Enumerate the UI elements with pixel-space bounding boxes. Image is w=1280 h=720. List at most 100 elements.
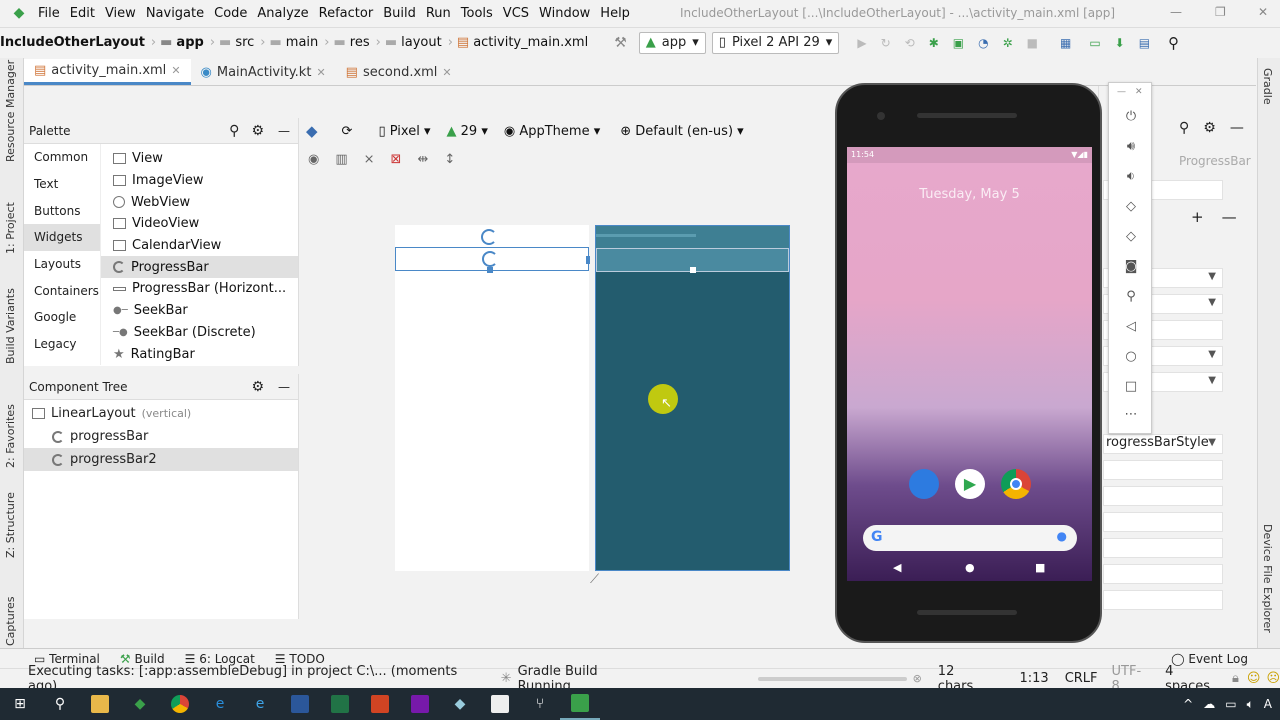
rerun-icon[interactable]: ↻ <box>881 36 891 50</box>
edge-icon[interactable]: e <box>200 688 240 720</box>
search-icon[interactable]: ⚲ <box>1168 34 1179 52</box>
widget-webview[interactable]: WebView <box>101 191 298 213</box>
google-search-bar[interactable]: G ● <box>863 525 1077 551</box>
widget-imageview[interactable]: ImageView <box>101 170 298 192</box>
plus-icon[interactable]: + <box>1191 208 1204 226</box>
tree-item-progressbar[interactable]: progressBar <box>24 425 298 448</box>
breadcrumb-main[interactable]: › ▬ main <box>260 35 318 50</box>
category-text[interactable]: Text <box>24 171 100 198</box>
device-dropdown[interactable]: ▯ Pixel ▾ <box>378 124 430 139</box>
menu-navigate[interactable]: Navigate <box>146 6 204 21</box>
overview-icon[interactable]: □ <box>1121 379 1141 394</box>
attribute-field[interactable] <box>1103 564 1223 584</box>
chevron-up-icon[interactable]: ^ <box>1183 697 1193 712</box>
tool-favorites[interactable]: 2: Favorites <box>4 404 17 468</box>
emulator-taskbar-icon[interactable] <box>560 688 600 720</box>
search-icon[interactable]: ⚲ <box>229 123 239 139</box>
breadcrumb-src[interactable]: › ▬ src <box>210 35 254 50</box>
breadcrumb-app[interactable]: › ▬ app <box>151 35 204 50</box>
gear-icon[interactable]: ⚙ <box>251 379 264 395</box>
rotate-right-icon[interactable]: ◇ <box>1121 229 1141 244</box>
close-icon[interactable]: ✕ <box>1258 5 1268 19</box>
cursor-position[interactable]: 1:13 <box>1019 671 1048 686</box>
close-tab-icon[interactable]: ✕ <box>316 66 325 79</box>
sad-face-icon[interactable]: ☹ <box>1266 671 1280 686</box>
pack-horizontal-icon[interactable]: ⇹ <box>417 152 428 167</box>
menu-file[interactable]: File <box>38 6 60 21</box>
maximize-icon[interactable]: ❐ <box>1215 5 1226 19</box>
breadcrumb-project[interactable]: IncludeOtherLayout <box>0 35 145 50</box>
category-legacy[interactable]: Legacy <box>24 331 100 358</box>
widget-seekbar[interactable]: ●─ SeekBar <box>101 300 298 322</box>
menu-build[interactable]: Build <box>383 6 416 21</box>
word-icon[interactable] <box>280 688 320 720</box>
clear-constraints-icon[interactable]: ⊠ <box>391 152 402 167</box>
widget-progressbar-horizontal[interactable]: ProgressBar (Horizont... <box>101 278 298 300</box>
recents-nav-icon[interactable]: ■ <box>1035 561 1045 574</box>
resize-handle[interactable] <box>586 256 590 264</box>
close-tab-icon[interactable]: ✕ <box>171 64 180 77</box>
run-icon[interactable]: ▶ <box>857 36 866 50</box>
tree-item-progressbar2[interactable]: progressBar2 <box>24 448 298 471</box>
chrome-app-icon[interactable] <box>1001 469 1031 499</box>
menu-code[interactable]: Code <box>214 6 247 21</box>
category-common[interactable]: Common <box>24 144 100 171</box>
breadcrumb-layout[interactable]: › ▬ layout <box>376 35 442 50</box>
apply-changes-icon[interactable]: ⟲ <box>905 36 915 50</box>
search-icon[interactable]: ⚲ <box>40 688 80 720</box>
menu-tools[interactable]: Tools <box>461 6 493 21</box>
orientation-icon[interactable]: ⟳ <box>342 124 353 139</box>
menu-help[interactable]: Help <box>600 6 630 21</box>
git-icon[interactable]: ⑂ <box>520 688 560 720</box>
menu-analyze[interactable]: Analyze <box>257 6 308 21</box>
screenshot-icon[interactable]: ◙ <box>1121 259 1141 274</box>
onenote-icon[interactable] <box>400 688 440 720</box>
eye-icon[interactable]: ◉ <box>308 152 319 167</box>
ime-icon[interactable]: A <box>1264 697 1272 712</box>
breadcrumb-res[interactable]: › ▬ res <box>324 35 369 50</box>
sdk-manager-icon[interactable]: ⬇ <box>1115 36 1125 50</box>
design-preview[interactable] <box>395 225 590 571</box>
messages-app-icon[interactable] <box>909 469 939 499</box>
widget-view[interactable]: View <box>101 148 298 170</box>
back-nav-icon[interactable]: ◀ <box>893 561 901 574</box>
close-tab-icon[interactable]: ✕ <box>442 66 451 79</box>
coverage-icon[interactable]: ▣ <box>953 36 964 50</box>
volume-icon[interactable]: 🔈︎ <box>1247 697 1254 712</box>
tool-project[interactable]: 1: Project <box>4 202 17 254</box>
attribute-field[interactable] <box>1103 460 1223 480</box>
image-app-icon[interactable] <box>480 688 520 720</box>
minimize-icon[interactable]: — <box>1170 5 1182 19</box>
category-widgets[interactable]: Widgets <box>24 224 100 251</box>
rotate-left-icon[interactable]: ◇ <box>1121 199 1141 214</box>
resize-handle[interactable] <box>690 267 696 273</box>
volume-up-icon[interactable]: 🔊︎ <box>1121 139 1141 154</box>
locale-dropdown[interactable]: ⊕ Default (en-us) ▾ <box>620 124 743 139</box>
search-icon[interactable]: ⚲ <box>1179 120 1189 136</box>
zoom-icon[interactable]: ⚲ <box>1121 289 1141 304</box>
menu-run[interactable]: Run <box>426 6 451 21</box>
more-icon[interactable]: ⋯ <box>1121 407 1141 422</box>
tool-resource-manager[interactable]: Resource Manager <box>4 60 17 162</box>
constraints-icon[interactable]: ▥ <box>335 152 347 167</box>
tab-main-activity[interactable]: ◉ MainActivity.kt ✕ <box>191 59 336 85</box>
avd-manager-icon[interactable]: ▭ <box>1089 36 1100 50</box>
autoconnect-icon[interactable]: ⨯ <box>364 152 375 167</box>
widget-seekbar-discrete[interactable]: ─● SeekBar (Discrete) <box>101 322 298 344</box>
menu-view[interactable]: View <box>105 6 136 21</box>
category-google[interactable]: Google <box>24 304 100 331</box>
tool-gradle[interactable]: Gradle <box>1261 68 1274 105</box>
widget-videoview[interactable]: VideoView <box>101 213 298 235</box>
attribute-field[interactable] <box>1103 590 1223 610</box>
minus-icon[interactable]: — <box>1222 208 1237 226</box>
emulator-close-icon[interactable]: ✕ <box>1135 87 1143 97</box>
api-dropdown[interactable]: ▲ 29 ▾ <box>447 124 488 139</box>
home-icon[interactable]: ○ <box>1121 349 1141 364</box>
cloud-icon[interactable]: ☁ <box>1203 697 1215 712</box>
pen-app-icon[interactable]: ◆ <box>440 688 480 720</box>
device-dropdown[interactable]: ▯ Pixel 2 API 29 ▾ <box>711 31 840 54</box>
hector-icon[interactable]: ☺ <box>1247 671 1261 686</box>
emulator-minimize-icon[interactable]: — <box>1117 87 1126 97</box>
back-icon[interactable]: ◁ <box>1121 319 1141 334</box>
menu-window[interactable]: Window <box>539 6 590 21</box>
